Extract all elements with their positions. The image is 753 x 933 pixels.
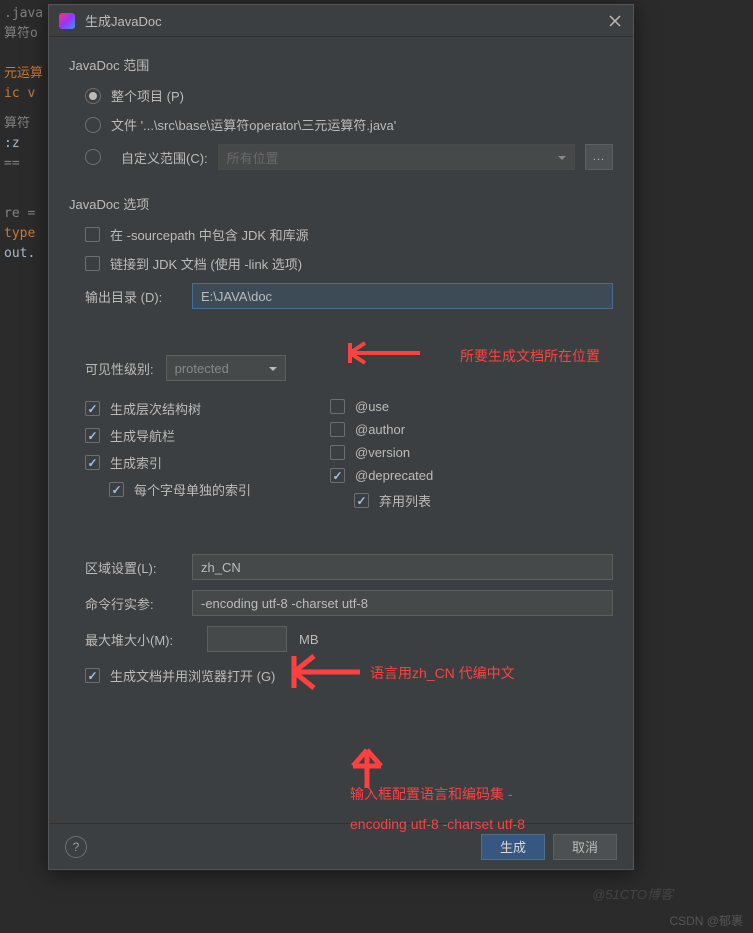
radio-file-label: 文件 '...\src\base\运算符operator\三元运算符.java' <box>111 115 396 134</box>
watermark-51cto: @51CTO博客 <box>592 884 673 903</box>
dialog-footer: ? 生成 取消 <box>49 823 633 869</box>
locale-label: 区域设置(L): <box>85 558 180 577</box>
generate-button[interactable]: 生成 <box>481 834 545 860</box>
checkbox-use[interactable] <box>330 399 345 414</box>
checkbox-link[interactable] <box>85 256 100 271</box>
watermark-csdn: CSDN @郁裹 <box>669 912 743 929</box>
checkbox-deprecated[interactable] <box>330 468 345 483</box>
custom-scope-select[interactable]: 所有位置 <box>218 144 575 170</box>
background-code: .java 算符o 元运算 ic v 算符 :z == re = type ou… <box>0 0 50 933</box>
titlebar: 生成JavaDoc <box>49 5 633 37</box>
checkbox-per-letter[interactable] <box>109 482 124 497</box>
heap-unit: MB <box>299 632 319 647</box>
visibility-label: 可见性级别: <box>85 359 154 378</box>
checkbox-index[interactable] <box>85 455 100 470</box>
chevron-down-icon <box>558 150 566 165</box>
checkbox-link-label: 链接到 JDK 文档 (使用 -link 选项) <box>110 254 302 273</box>
cmdline-input[interactable]: -encoding utf-8 -charset utf-8 <box>192 590 613 616</box>
checkbox-sourcepath[interactable] <box>85 227 100 242</box>
cmdline-label: 命令行实参: <box>85 594 180 613</box>
help-button[interactable]: ? <box>65 836 87 858</box>
cancel-button[interactable]: 取消 <box>553 834 617 860</box>
heap-label: 最大堆大小(M): <box>85 630 195 649</box>
browse-scope-button[interactable]: ... <box>585 144 613 170</box>
checkbox-author[interactable] <box>330 422 345 437</box>
javadoc-dialog: 生成JavaDoc JavaDoc 范围 整个项目 (P) 文件 '...\sr… <box>48 4 634 870</box>
locale-input[interactable]: zh_CN <box>192 554 613 580</box>
radio-file[interactable] <box>85 117 101 133</box>
checkbox-version[interactable] <box>330 445 345 460</box>
checkbox-sourcepath-label: 在 -sourcepath 中包含 JDK 和库源 <box>110 225 309 244</box>
radio-whole-project-label: 整个项目 (P) <box>111 86 184 105</box>
checkbox-tree[interactable] <box>85 401 100 416</box>
checkbox-nav[interactable] <box>85 428 100 443</box>
app-icon <box>59 13 75 29</box>
chevron-down-icon <box>269 361 277 376</box>
checkbox-deprecated-list[interactable] <box>354 493 369 508</box>
radio-whole-project[interactable] <box>85 88 101 104</box>
dialog-title: 生成JavaDoc <box>85 11 607 30</box>
output-dir-input[interactable]: E:\JAVA\doc <box>192 283 613 309</box>
checkbox-open-browser-label: 生成文档并用浏览器打开 (G) <box>110 666 275 685</box>
scope-section-label: JavaDoc 范围 <box>69 55 613 74</box>
radio-custom-scope[interactable] <box>85 149 101 165</box>
heap-input[interactable] <box>207 626 287 652</box>
close-icon[interactable] <box>607 13 623 29</box>
options-section-label: JavaDoc 选项 <box>69 194 613 213</box>
output-dir-label: 输出目录 (D): <box>85 287 180 306</box>
checkbox-open-browser[interactable] <box>85 668 100 683</box>
visibility-select[interactable]: protected <box>166 355 286 381</box>
radio-custom-scope-label: 自定义范围(C): <box>121 148 208 167</box>
